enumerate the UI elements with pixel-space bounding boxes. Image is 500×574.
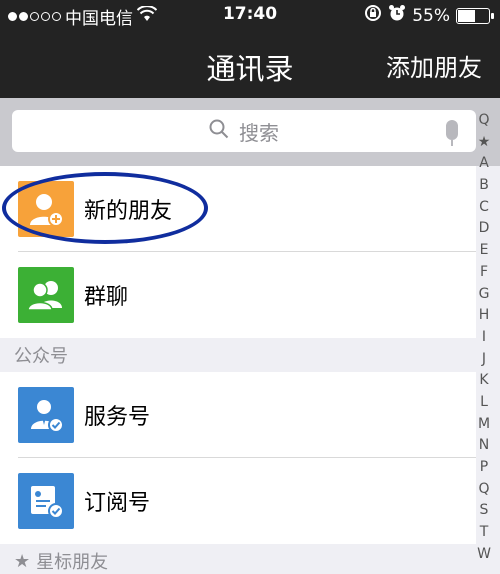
service-account-avatar-icon (18, 387, 74, 443)
index-letter[interactable]: B (479, 175, 489, 197)
microphone-icon[interactable] (446, 120, 458, 146)
index-letter[interactable]: I (482, 327, 486, 349)
add-friend-button[interactable]: 添加朋友 (386, 48, 482, 83)
list-item-service-accounts[interactable]: 服务号 (0, 372, 476, 458)
index-letter[interactable]: E (480, 240, 489, 262)
index-letter[interactable]: L (480, 392, 488, 414)
search-placeholder: 搜索 (239, 120, 279, 145)
alarm-icon (388, 4, 406, 27)
star-icon: ★ (14, 550, 31, 572)
section-header-official: 公众号 (0, 338, 476, 372)
alphabet-index[interactable]: Q ★ A B C D E F G H I J K L M N P Q S T W (472, 110, 496, 565)
search-icon (209, 119, 229, 144)
status-bar: 中国电信 17:40 55% (0, 0, 500, 30)
index-letter[interactable]: ★ (478, 132, 491, 154)
index-letter[interactable]: J (482, 349, 486, 371)
subscription-avatar-icon (18, 473, 74, 529)
battery-icon (456, 7, 494, 24)
list-item-group-chat[interactable]: 群聊 (0, 252, 476, 338)
highlight-ring (2, 172, 208, 244)
index-letter[interactable]: H (479, 305, 490, 327)
section-header-starred: ★ 星标朋友 (0, 544, 476, 574)
index-letter[interactable]: D (479, 218, 490, 240)
status-right: 55% (364, 4, 494, 27)
official-section-label: 公众号 (14, 346, 68, 367)
index-letter[interactable]: F (480, 262, 488, 284)
index-letter[interactable]: P (480, 457, 488, 479)
index-letter[interactable]: N (479, 435, 489, 457)
index-letter[interactable]: K (479, 370, 488, 392)
rotation-lock-icon (364, 4, 382, 27)
search-input[interactable]: 搜索 (12, 110, 476, 152)
group-chat-label: 群聊 (84, 285, 129, 310)
index-letter[interactable]: G (479, 284, 490, 306)
index-letter[interactable]: C (479, 197, 489, 219)
subscriptions-label: 订阅号 (84, 491, 151, 516)
list-item-subscriptions[interactable]: 订阅号 (0, 458, 476, 544)
search-area: 搜索 (0, 98, 500, 166)
battery-percentage: 55% (412, 5, 450, 26)
index-letter[interactable]: W (477, 544, 491, 566)
index-letter[interactable]: S (480, 500, 489, 522)
index-letter[interactable]: T (480, 522, 489, 544)
service-accounts-label: 服务号 (84, 405, 151, 430)
index-letter[interactable]: A (479, 153, 489, 175)
navigation-bar: 通讯录 添加朋友 (0, 30, 500, 98)
index-letter[interactable]: M (478, 414, 490, 436)
index-letter[interactable]: Q (478, 479, 489, 501)
starred-section-label: 星标朋友 (36, 552, 109, 573)
index-letter[interactable]: Q (478, 110, 489, 132)
group-chat-avatar-icon (18, 267, 74, 323)
